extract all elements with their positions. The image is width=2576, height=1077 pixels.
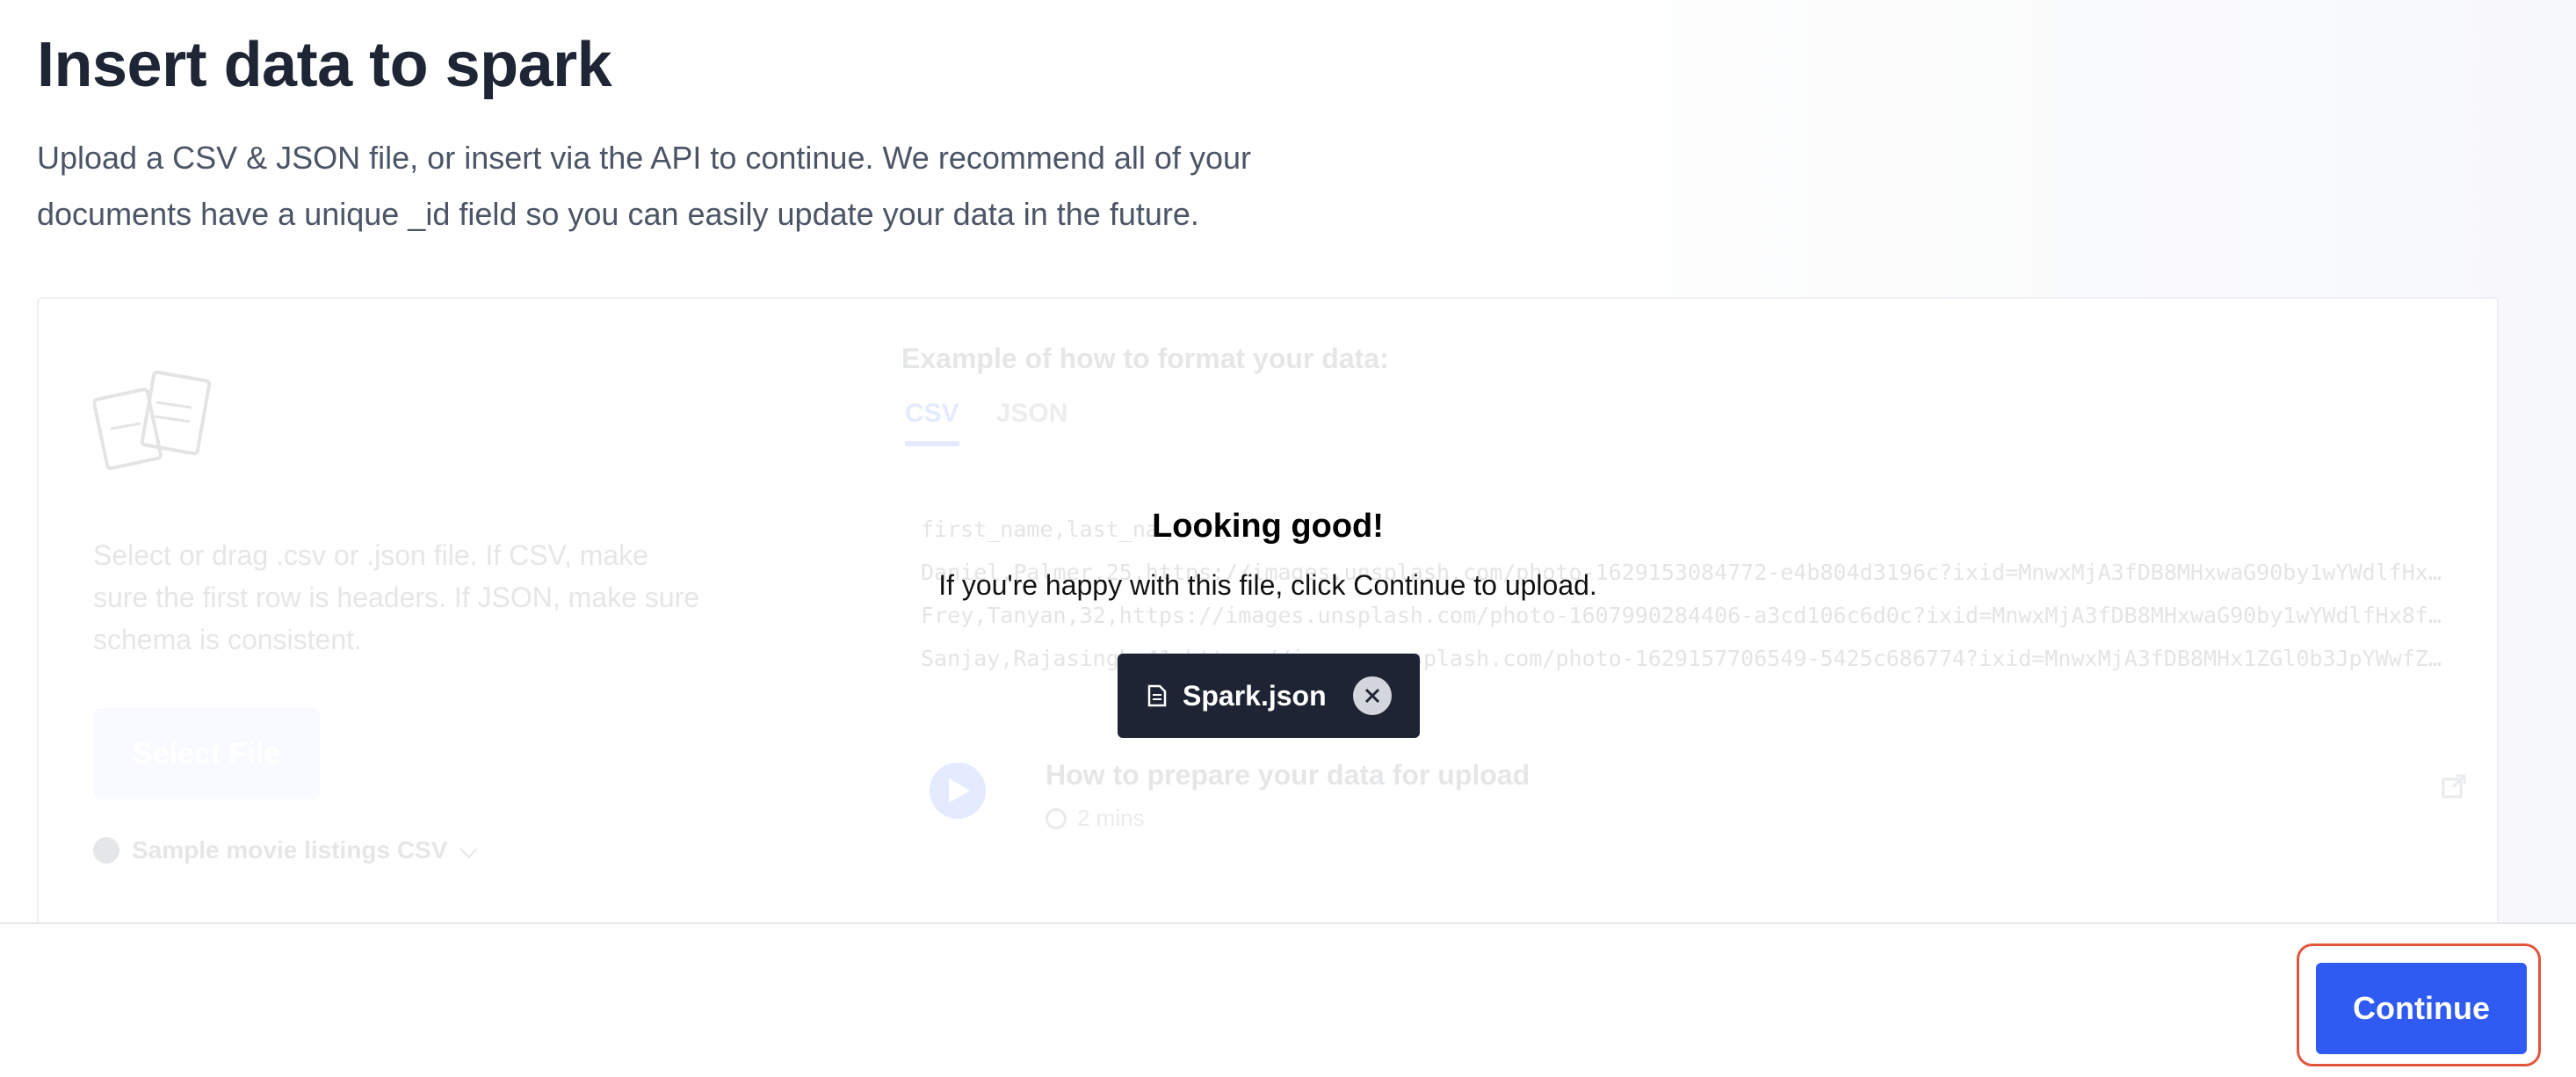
page-description: Upload a CSV & JSON file, or insert via …	[37, 140, 1251, 232]
video-duration: 2 mins	[1046, 805, 1145, 832]
tab-csv[interactable]: CSV	[905, 399, 959, 446]
continue-button[interactable]: Continue	[2316, 963, 2527, 1054]
tab-json[interactable]: JSON	[996, 399, 1068, 446]
upload-card: Select or drag .csv or .json file. If CS…	[37, 297, 2499, 947]
play-icon	[930, 763, 986, 819]
footer-bar	[0, 922, 2576, 1077]
format-tabs: CSV JSON	[905, 399, 1067, 446]
remove-file-button[interactable]	[1353, 676, 1392, 715]
file-name: Spark.json	[1183, 679, 1327, 712]
clock-icon	[1046, 807, 1067, 829]
selected-file-chip: Spark.json	[1118, 654, 1420, 738]
page-title: Insert data to spark	[37, 30, 612, 100]
dataset-icon	[93, 837, 119, 864]
chevron-down-icon: ⌵	[459, 836, 478, 863]
select-file-button[interactable]: Select File	[93, 708, 320, 799]
video-duration-label: 2 mins	[1077, 805, 1145, 831]
close-icon	[1364, 688, 1380, 704]
external-link-icon	[2442, 774, 2466, 799]
video-title: How to prepare your data for upload	[1046, 759, 1530, 791]
status-message: If you're happy with this file, click Co…	[938, 569, 1597, 601]
sample-dataset-label: Sample movie listings CSV	[132, 836, 448, 864]
example-heading: Example of how to format your data:	[901, 343, 1389, 374]
status-title: Looking good!	[1152, 508, 1384, 545]
files-illustration-icon	[93, 370, 212, 471]
file-icon	[1147, 684, 1167, 707]
sample-dataset-dropdown[interactable]: Sample movie listings CSV ⌵	[93, 836, 477, 864]
video-tutorial-link[interactable]: How to prepare your data for upload 2 mi…	[930, 759, 2467, 842]
